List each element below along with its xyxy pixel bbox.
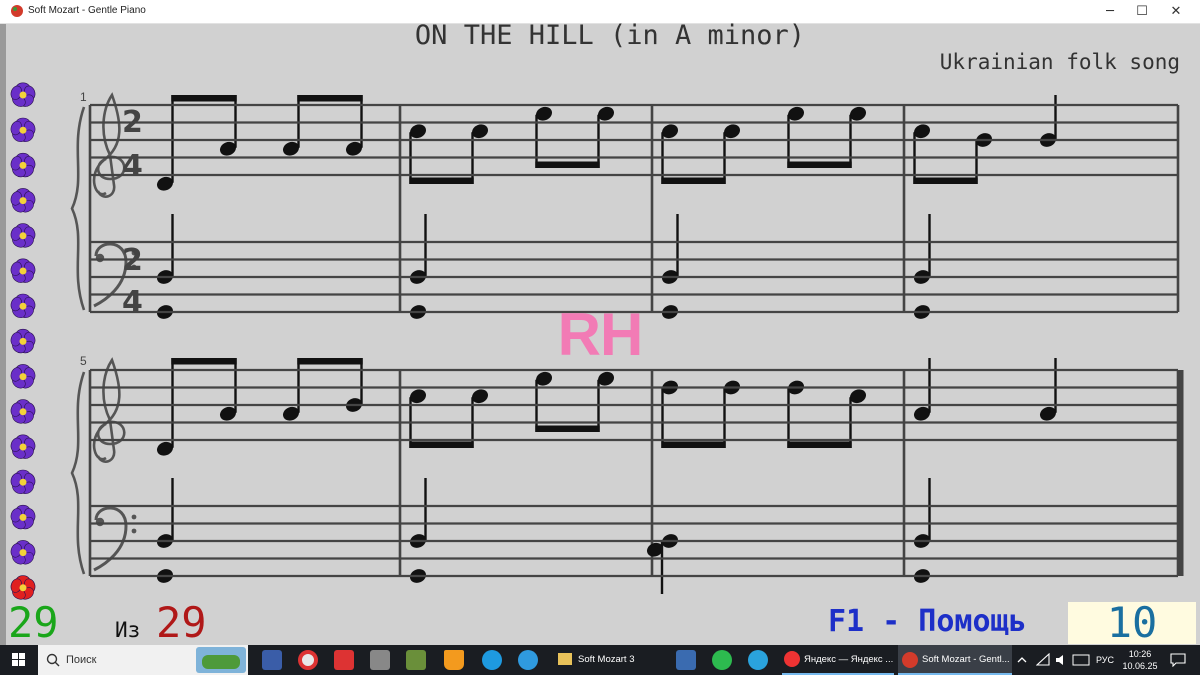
bass-clef-dot [131, 528, 137, 534]
progress-flowers [10, 82, 36, 600]
treble-staff [90, 103, 1178, 177]
brace [70, 106, 86, 311]
brace [70, 371, 86, 575]
beam [787, 161, 852, 168]
chevron-up-icon[interactable] [1016, 654, 1028, 666]
bass-clef-dot [95, 517, 105, 527]
beam [787, 441, 852, 448]
measure-number: 1 [80, 90, 87, 104]
measure-number: 5 [80, 354, 87, 368]
clock-date[interactable]: 10.06.25 [1114, 661, 1166, 671]
hand-label: RH [557, 301, 644, 368]
treble-clef-icon [92, 357, 126, 463]
score-title: ON THE HILL (in A minor) [414, 20, 806, 51]
flower-icon [10, 152, 36, 178]
flower-icon [10, 399, 36, 424]
save-icon[interactable] [262, 650, 282, 670]
whatsapp-icon[interactable] [712, 650, 732, 670]
flower-icon [10, 293, 36, 319]
help-hint[interactable]: F1 - Помощь [828, 604, 1027, 639]
vlc-icon[interactable] [444, 650, 464, 670]
time-signature-bottom: 4 [122, 149, 143, 184]
beam [535, 425, 600, 432]
flower-icon [10, 82, 36, 107]
treble-clef-icon [92, 92, 126, 198]
network-icon[interactable] [1036, 653, 1050, 667]
beam [535, 161, 600, 168]
flower-icon [10, 117, 36, 143]
taskbar-app-yandex[interactable]: Яндекс — Яндекс ... [782, 645, 894, 675]
calculator-icon[interactable] [676, 650, 696, 670]
beam [171, 358, 237, 365]
taskbar-search-input[interactable]: Поиск [38, 645, 248, 675]
bass-staff [90, 504, 1178, 578]
language-indicator[interactable]: РУС [1096, 655, 1114, 665]
windows-taskbar: Поиск Soft Mozart 3 Яндекс — Яндекс ... … [0, 645, 1200, 675]
windows-start-icon[interactable] [0, 645, 38, 675]
search-icon [46, 653, 60, 667]
yandex-browser-icon [784, 651, 800, 667]
score-value-box: 10 [1068, 602, 1196, 644]
volume-icon[interactable] [1054, 653, 1068, 667]
beam [913, 177, 978, 184]
folder-icon [558, 653, 572, 665]
taskbar-app-soft-mozart-active[interactable]: Soft Mozart - Gentl... [898, 645, 1012, 675]
anydesk-icon[interactable] [334, 650, 354, 670]
flower-icon [10, 258, 36, 283]
beam [297, 358, 363, 365]
keyboard-icon[interactable] [1072, 654, 1090, 666]
telegram-icon[interactable] [748, 650, 768, 670]
search-placeholder: Поиск [66, 654, 97, 666]
beam [661, 177, 726, 184]
beam [297, 95, 363, 102]
beam [661, 441, 726, 448]
bass-clef-dot [131, 514, 137, 520]
beam [409, 441, 474, 448]
chrome-icon[interactable] [298, 650, 318, 670]
tool-icon[interactable] [370, 650, 390, 670]
flower-icon [10, 540, 36, 565]
beam [409, 177, 474, 184]
flower-icon [10, 434, 36, 459]
treble-staff [90, 368, 1178, 442]
score-subtitle: Ukrainian folk song [939, 50, 1180, 74]
search-highlight-image [196, 647, 246, 673]
flower-icon [10, 504, 36, 530]
bass-clef-icon [93, 506, 128, 572]
time-signature-bottom: 4 [122, 285, 143, 320]
flower-icon [10, 188, 36, 213]
flower-icon [10, 223, 36, 248]
flower-icon [10, 469, 36, 495]
bass-clef-dot [95, 253, 105, 263]
notification-icon[interactable] [1170, 653, 1186, 667]
counter-of-label: Из [115, 618, 141, 642]
flower-icon [10, 328, 36, 354]
total-counter: 29 [156, 598, 207, 647]
flower-icon [10, 364, 36, 389]
utility-icon[interactable] [406, 650, 426, 670]
app-circle-icon[interactable] [518, 650, 538, 670]
taskbar-app-soft-mozart-folder[interactable]: Soft Mozart 3 [554, 645, 670, 675]
beam [171, 95, 237, 102]
current-counter: 29 [8, 598, 59, 647]
skype-icon[interactable] [482, 650, 502, 670]
clock-time[interactable]: 10:26 [1120, 649, 1160, 659]
soft-mozart-icon [902, 652, 918, 668]
